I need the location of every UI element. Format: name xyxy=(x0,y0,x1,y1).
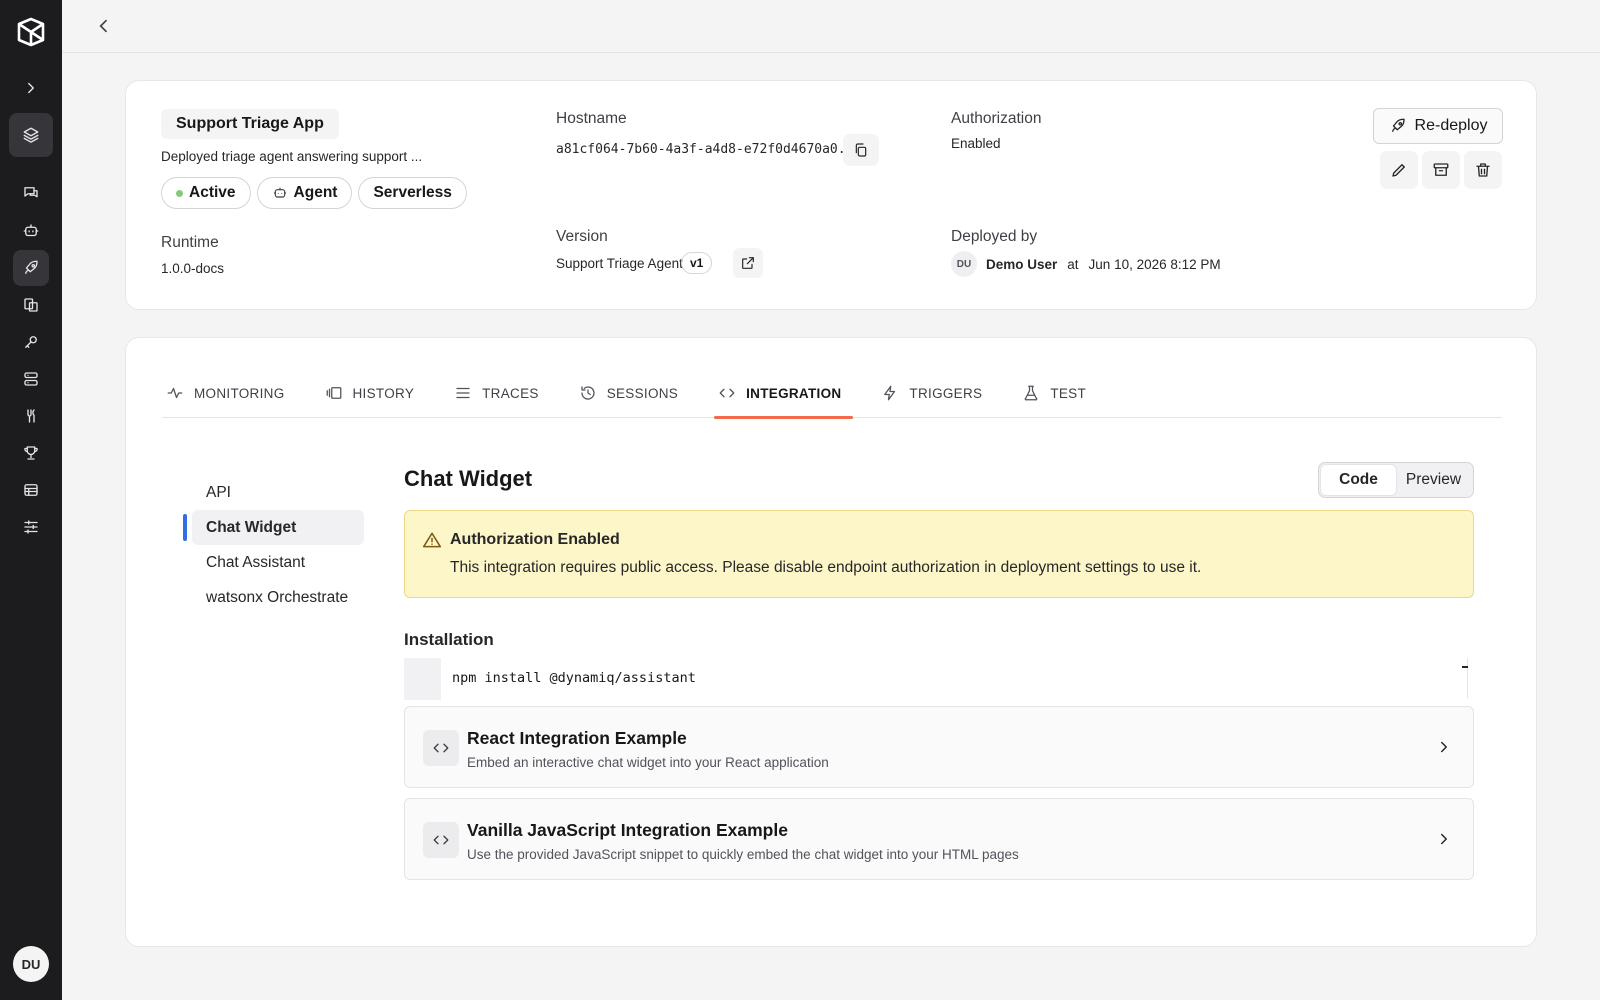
code-icon xyxy=(423,730,459,766)
pencil-icon xyxy=(1392,164,1405,177)
code-icon xyxy=(423,822,459,858)
trash-icon xyxy=(1476,163,1490,177)
database-icon[interactable] xyxy=(13,361,49,397)
deployed-at-word: at xyxy=(1067,257,1079,272)
deployed-by-line: Demo User at Jun 10, 2026 8:12 PM xyxy=(986,257,1221,272)
redeploy-button[interactable]: Re-deploy xyxy=(1373,108,1503,144)
status-badge: Active xyxy=(161,177,251,209)
archive-icon xyxy=(1433,163,1449,176)
react-example-card[interactable]: React Integration Example Embed an inter… xyxy=(404,706,1474,788)
type-badge: Agent xyxy=(256,177,353,209)
tab-test[interactable]: TEST xyxy=(1018,368,1098,418)
expand-sidebar-icon[interactable] xyxy=(13,70,49,106)
example-title: React Integration Example xyxy=(467,728,687,748)
deployed-date: Jun 10, 2026 8:12 PM xyxy=(1088,257,1221,272)
deployment-details-card: MONITORING HISTORY TRACES SESSIONS INTEG… xyxy=(125,337,1537,947)
view-toggle: Code Preview xyxy=(1318,462,1474,498)
bot-icon[interactable] xyxy=(13,213,49,249)
example-title: Vanilla JavaScript Integration Example xyxy=(467,820,788,840)
tab-sessions[interactable]: SESSIONS xyxy=(575,368,690,418)
open-version-button[interactable] xyxy=(733,248,763,278)
example-description: Embed an interactive chat widget into yo… xyxy=(467,755,829,770)
status-chips: Active Agent Serverless xyxy=(161,177,467,209)
install-code-block[interactable]: npm install @dynamiq/assistant xyxy=(404,658,1474,700)
code-gutter xyxy=(404,658,441,700)
subnav-item-chat-widget[interactable]: Chat Widget xyxy=(183,510,364,545)
rocket-icon xyxy=(1391,118,1405,132)
tools-icon[interactable] xyxy=(13,398,49,434)
example-description: Use the provided JavaScript snippet to q… xyxy=(467,847,1019,862)
external-link-icon xyxy=(742,257,754,269)
bot-icon xyxy=(273,187,286,198)
activity-icon xyxy=(167,387,183,399)
app-description: Deployed triage agent answering support … xyxy=(161,149,423,164)
install-command: npm install @dynamiq/assistant xyxy=(452,670,696,686)
list-icon xyxy=(456,387,470,399)
deployer-avatar: DU xyxy=(951,251,977,277)
trophy-icon[interactable] xyxy=(13,435,49,471)
key-icon[interactable] xyxy=(13,324,49,360)
tab-triggers[interactable]: TRIGGERS xyxy=(877,368,994,418)
delete-button[interactable] xyxy=(1464,151,1502,189)
rocket-icon[interactable] xyxy=(13,250,49,286)
flask-icon xyxy=(1025,385,1038,401)
chevron-right-icon xyxy=(1435,738,1453,756)
top-bar xyxy=(62,0,1600,53)
deployed-by-label: Deployed by xyxy=(951,228,1038,245)
clock-history-icon xyxy=(581,386,595,400)
history-icon xyxy=(326,387,341,399)
archive-button[interactable] xyxy=(1422,151,1460,189)
deployment-summary-card: Support Triage App Deployed triage agent… xyxy=(125,80,1537,310)
layers-icon[interactable] xyxy=(9,113,53,157)
app-name: Support Triage App xyxy=(161,109,339,139)
version-agent: Support Triage Agent xyxy=(556,256,683,271)
copy-hostname-button[interactable] xyxy=(843,134,879,166)
deployer-name: Demo User xyxy=(986,257,1058,272)
tab-bar: MONITORING HISTORY TRACES SESSIONS INTEG… xyxy=(162,368,1502,419)
section-title: Chat Widget xyxy=(404,466,533,491)
alert-message: This integration requires public access.… xyxy=(450,559,1202,576)
code-scroll-edge xyxy=(1467,658,1468,698)
code-icon xyxy=(719,388,735,398)
chevron-right-icon xyxy=(1435,830,1453,848)
alert-title: Authorization Enabled xyxy=(450,531,620,548)
logo-icon[interactable] xyxy=(15,16,47,48)
code-scrollbar[interactable] xyxy=(1462,666,1468,668)
avatar[interactable]: DU xyxy=(13,946,49,982)
preview-toggle-button[interactable]: Preview xyxy=(1396,465,1471,495)
authorization-label: Authorization xyxy=(951,110,1042,127)
vanilla-js-example-card[interactable]: Vanilla JavaScript Integration Example U… xyxy=(404,798,1474,880)
subnav-item-api[interactable]: API xyxy=(192,475,364,510)
authorization-alert: Authorization Enabled This integration r… xyxy=(404,510,1474,598)
subnav-item-chat-assistant[interactable]: Chat Assistant xyxy=(192,545,364,580)
infra-badge: Serverless xyxy=(358,177,467,209)
copy-icon xyxy=(855,143,867,157)
tab-traces[interactable]: TRACES xyxy=(450,368,551,418)
version-badge: v1 xyxy=(681,252,713,274)
warning-icon xyxy=(422,530,442,550)
version-label: Version xyxy=(556,228,608,245)
runtime-value: 1.0.0-docs xyxy=(161,261,225,276)
documents-icon[interactable] xyxy=(13,287,49,323)
edit-button[interactable] xyxy=(1380,151,1418,189)
tab-history[interactable]: HISTORY xyxy=(321,368,427,418)
subnav-item-watsonx-orchestrate[interactable]: watsonx Orchestrate xyxy=(192,580,364,615)
sidebar: DU xyxy=(0,0,62,1000)
hostname-label: Hostname xyxy=(556,110,627,127)
authorization-value: Enabled xyxy=(951,136,1001,151)
tab-monitoring[interactable]: MONITORING xyxy=(162,368,297,418)
integration-subnav: API Chat Widget Chat Assistant watsonx O… xyxy=(183,475,364,615)
runtime-label: Runtime xyxy=(161,234,219,251)
table-icon[interactable] xyxy=(13,472,49,508)
settings-sliders-icon[interactable] xyxy=(13,509,49,545)
hostname-value: a81cf064-7b60-4a3f-a4d8-e72f0d4670a0... xyxy=(556,142,862,157)
back-button[interactable] xyxy=(90,12,118,40)
chevron-left-icon xyxy=(99,19,108,33)
tab-integration[interactable]: INTEGRATION xyxy=(714,368,854,419)
bolt-icon xyxy=(884,385,896,401)
status-dot xyxy=(176,189,183,197)
code-toggle-button[interactable]: Code xyxy=(1321,465,1396,495)
chat-icon[interactable] xyxy=(13,175,49,211)
installation-title: Installation xyxy=(404,630,494,649)
